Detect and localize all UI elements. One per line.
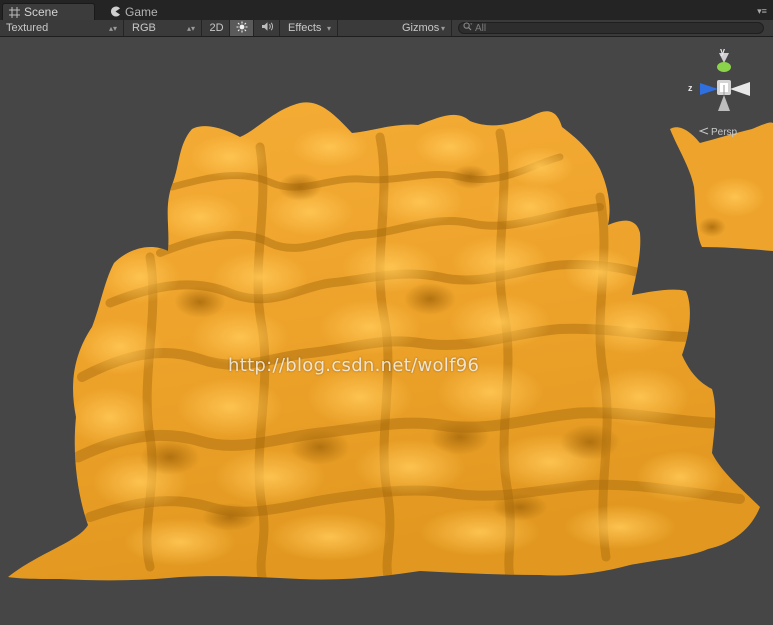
terrain-render xyxy=(0,37,773,625)
chevron-updown-icon: ▴▾ xyxy=(108,23,117,33)
speaker-icon xyxy=(261,21,275,35)
sun-icon xyxy=(236,21,248,36)
orientation-gizmo[interactable]: y z xyxy=(678,46,770,133)
projection-label: Persp xyxy=(711,127,738,138)
game-pacman-icon xyxy=(110,6,121,17)
search-input[interactable] xyxy=(475,22,755,34)
2d-toggle-button[interactable]: 2D xyxy=(204,20,230,36)
chevron-down-icon: ▾ xyxy=(440,23,445,33)
projection-toggle[interactable]: Persp xyxy=(698,127,738,138)
perspective-icon xyxy=(698,127,709,138)
scene-lighting-toggle[interactable] xyxy=(230,20,254,36)
scene-viewport[interactable]: http://blog.csdn.net/wolf96 y z Persp xyxy=(0,37,773,625)
search-icon xyxy=(463,22,473,34)
gizmo-y-label: y xyxy=(720,46,726,56)
panel-menu-icon[interactable]: ▾≡ xyxy=(755,5,769,17)
shading-mode-dropdown[interactable]: Textured ▴▾ xyxy=(0,20,124,36)
tab-bar: Scene Game ▾≡ xyxy=(0,0,773,20)
gizmos-label: Gizmos xyxy=(402,22,440,34)
2d-toggle-label: 2D xyxy=(209,22,224,34)
scene-grid-icon xyxy=(9,6,20,18)
tab-game-label: Game xyxy=(125,4,158,19)
watermark-text: http://blog.csdn.net/wolf96 xyxy=(228,355,480,376)
chevron-down-icon: ▾ xyxy=(326,23,331,33)
gizmos-dropdown[interactable]: Gizmos ▾ xyxy=(396,20,452,36)
shading-mode-value: Textured xyxy=(6,22,49,34)
tab-game[interactable]: Game xyxy=(104,3,194,20)
tab-scene-label: Scene xyxy=(24,5,59,19)
tab-scene[interactable]: Scene xyxy=(2,3,95,20)
render-mode-dropdown[interactable]: RGB ▴▾ xyxy=(126,20,202,36)
scene-toolbar: Textured ▴▾ RGB ▴▾ 2D Effects ▾ Gizmos ▾… xyxy=(0,20,773,37)
render-mode-value: RGB xyxy=(132,22,156,34)
effects-label: Effects xyxy=(288,22,322,34)
effects-dropdown[interactable]: Effects ▾ xyxy=(282,20,338,36)
gizmo-z-label: z xyxy=(688,83,693,93)
hierarchy-search-box[interactable] xyxy=(458,22,764,34)
scene-audio-toggle[interactable] xyxy=(256,20,280,36)
scene-view-window: Scene Game ▾≡ Textured ▴▾ RGB ▴▾ 2D Effe… xyxy=(0,0,773,625)
chevron-updown-icon: ▴▾ xyxy=(186,23,195,33)
